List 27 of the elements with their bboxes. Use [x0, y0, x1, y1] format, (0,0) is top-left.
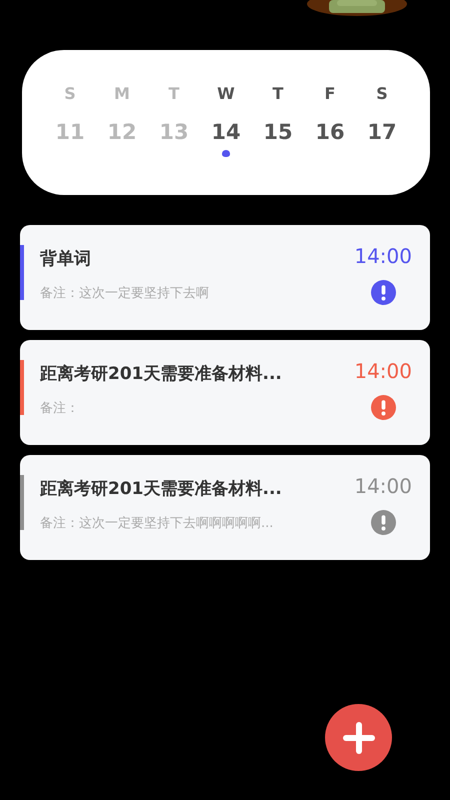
weekday-label: T: [272, 84, 284, 103]
plus-icon: [342, 722, 374, 754]
date-label[interactable]: 17: [367, 120, 397, 144]
task-note: 备注：这次一定要坚持下去啊啊啊啊啊...: [40, 515, 274, 532]
alert-icon: [370, 280, 396, 305]
task-title: 距离考研201天需要准备材料...: [40, 478, 283, 500]
alert-icon: [370, 395, 396, 420]
date-label[interactable]: 15: [263, 120, 293, 144]
weekday-label: M: [114, 84, 130, 103]
weekday-label: S: [64, 84, 76, 103]
task-title: 距离考研201天需要准备材料...: [40, 363, 283, 385]
date-label[interactable]: 14: [211, 120, 241, 144]
task-time: 14:00: [354, 474, 412, 498]
task-card[interactable]: 距离考研201天需要准备材料... 备注：这次一定要坚持下去啊啊啊啊啊... 14:00: [20, 455, 430, 560]
alert-icon: [370, 510, 396, 535]
weekday-label: S: [376, 84, 388, 103]
task-time: 14:00: [354, 244, 412, 268]
weekday-label: F: [324, 84, 336, 103]
task-card[interactable]: 距离考研201天需要准备材料... 备注： 14:00: [20, 340, 430, 445]
task-note: 备注：这次一定要坚持下去啊: [40, 285, 210, 302]
weekday-label: W: [217, 84, 235, 103]
task-card[interactable]: 背单词 备注：这次一定要坚持下去啊 14:00: [20, 225, 430, 330]
task-title: 背单词: [40, 248, 92, 270]
weekday-label: T: [168, 84, 180, 103]
task-time: 14:00: [354, 359, 412, 383]
task-note: 备注：: [40, 400, 80, 417]
date-label[interactable]: 16: [315, 120, 345, 144]
